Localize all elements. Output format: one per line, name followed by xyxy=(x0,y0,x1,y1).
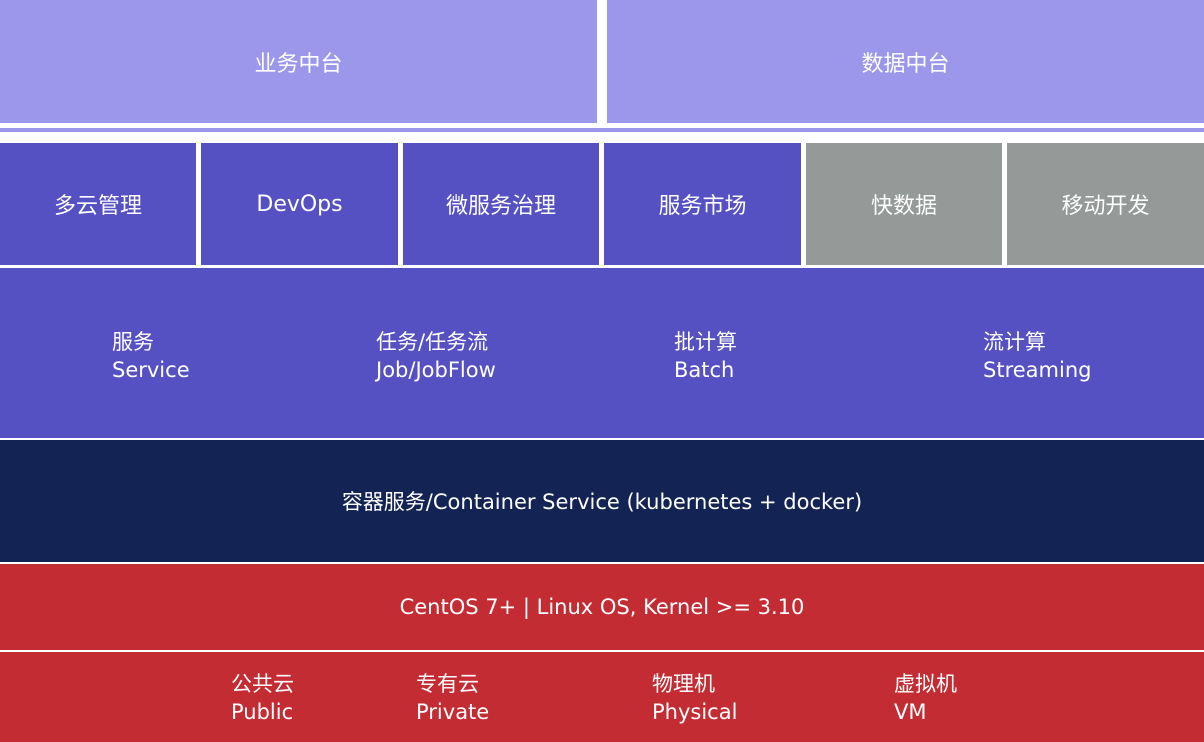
top-separator-line xyxy=(0,128,1204,132)
infrastructure-layer: 公共云 Public 专有云 Private 物理机 Physical 虚拟机 … xyxy=(0,652,1204,742)
capability-fast-data: 快数据 xyxy=(806,143,1002,265)
capability-label: 服务市场 xyxy=(658,194,747,219)
workload-job: 任务/任务流 Job/JobFlow xyxy=(376,328,496,384)
infra-physical: 物理机 Physical xyxy=(652,670,737,726)
workload-label-zh: 批计算 xyxy=(674,330,737,354)
infra-label-en: Public xyxy=(231,700,294,724)
infra-label-zh: 专有云 xyxy=(416,672,479,696)
workload-label-en: Service xyxy=(112,358,190,382)
workload-batch: 批计算 Batch xyxy=(674,328,737,384)
os-layer: CentOS 7+ | Linux OS, Kernel >= 3.10 xyxy=(0,564,1204,650)
infra-label-zh: 虚拟机 xyxy=(894,672,957,696)
infra-label-zh: 公共云 xyxy=(231,672,294,696)
infra-label-en: VM xyxy=(894,700,927,724)
capability-microservice-governance: 微服务治理 xyxy=(403,143,599,265)
workload-label-zh: 服务 xyxy=(112,330,154,354)
capability-label: 微服务治理 xyxy=(445,194,556,219)
infra-label-en: Private xyxy=(416,700,490,724)
workload-label-zh: 流计算 xyxy=(983,330,1046,354)
workloads-layer: 服务 Service 任务/任务流 Job/JobFlow 批计算 Batch … xyxy=(0,268,1204,438)
workload-label-en: Batch xyxy=(674,358,735,382)
infra-public-cloud: 公共云 Public xyxy=(231,670,294,726)
business-platform-label: 业务中台 xyxy=(254,51,343,77)
infra-label-zh: 物理机 xyxy=(652,672,715,696)
data-platform-block: 数据中台 xyxy=(607,0,1204,123)
data-platform-label: 数据中台 xyxy=(861,51,950,77)
capability-label: 多云管理 xyxy=(53,194,142,219)
workload-label-en: Streaming xyxy=(983,358,1092,382)
workload-service: 服务 Service xyxy=(112,328,190,384)
capability-label: 移动开发 xyxy=(1061,194,1150,219)
workload-label-zh: 任务/任务流 xyxy=(376,330,489,354)
capability-devops: DevOps xyxy=(201,143,398,265)
capability-service-market: 服务市场 xyxy=(604,143,801,265)
infra-private-cloud: 专有云 Private xyxy=(416,670,489,726)
infra-label-en: Physical xyxy=(652,700,738,724)
os-label: CentOS 7+ | Linux OS, Kernel >= 3.10 xyxy=(399,595,805,619)
container-service-label: 容器服务/Container Service (kubernetes + doc… xyxy=(341,490,863,514)
capability-label: DevOps xyxy=(256,191,343,217)
container-service-layer: 容器服务/Container Service (kubernetes + doc… xyxy=(0,440,1204,562)
workload-streaming: 流计算 Streaming xyxy=(983,328,1091,384)
business-platform-block: 业务中台 xyxy=(0,0,597,123)
capability-multi-cloud: 多云管理 xyxy=(0,143,196,265)
capability-mobile-dev: 移动开发 xyxy=(1007,143,1204,265)
capability-label: 快数据 xyxy=(870,194,937,219)
infra-vm: 虚拟机 VM xyxy=(894,670,957,726)
workload-label-en: Job/JobFlow xyxy=(376,358,496,382)
